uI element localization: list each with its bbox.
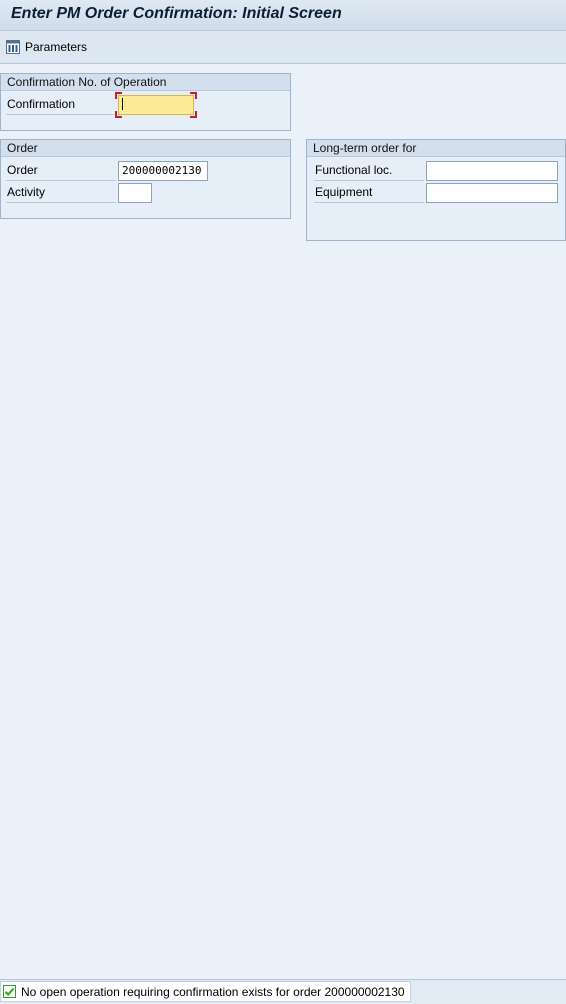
confirmation-label: Confirmation bbox=[6, 95, 116, 115]
status-message[interactable]: No open operation requiring confirmation… bbox=[0, 981, 411, 1002]
window-title: Enter PM Order Confirmation: Initial Scr… bbox=[11, 5, 342, 22]
equipment-input[interactable] bbox=[426, 183, 558, 203]
order-label: Order bbox=[6, 161, 116, 181]
order-group-title: Order bbox=[1, 139, 290, 157]
equipment-label: Equipment bbox=[314, 183, 424, 203]
title-bar: Enter PM Order Confirmation: Initial Scr… bbox=[0, 0, 566, 31]
order-group: Order Order 200000002130 Activity bbox=[0, 139, 291, 219]
focus-marker-bl bbox=[115, 111, 122, 118]
confirmation-group-title: Confirmation No. of Operation bbox=[1, 73, 290, 91]
text-caret bbox=[122, 98, 123, 110]
functional-loc-label: Functional loc. bbox=[314, 161, 424, 181]
confirmation-group: Confirmation No. of Operation Confirmati… bbox=[0, 73, 291, 131]
focus-marker-tr bbox=[190, 92, 197, 99]
order-input[interactable]: 200000002130 bbox=[118, 161, 208, 181]
status-bar: No open operation requiring confirmation… bbox=[0, 979, 566, 1004]
long-term-order-group-title: Long-term order for bbox=[307, 139, 565, 157]
focus-marker-br bbox=[190, 111, 197, 118]
parameters-button[interactable]: Parameters bbox=[6, 38, 87, 56]
functional-loc-input[interactable] bbox=[426, 161, 558, 181]
success-check-icon bbox=[3, 985, 16, 998]
focus-marker-tl bbox=[115, 92, 122, 99]
status-message-text: No open operation requiring confirmation… bbox=[21, 984, 405, 999]
confirmation-input[interactable] bbox=[118, 95, 194, 115]
activity-label: Activity bbox=[6, 183, 116, 203]
parameters-icon bbox=[6, 40, 20, 54]
parameters-label: Parameters bbox=[25, 40, 88, 54]
application-toolbar: Parameters bbox=[0, 31, 566, 64]
long-term-order-group: Long-term order for Functional loc. Equi… bbox=[306, 139, 566, 241]
activity-input[interactable] bbox=[118, 183, 152, 203]
